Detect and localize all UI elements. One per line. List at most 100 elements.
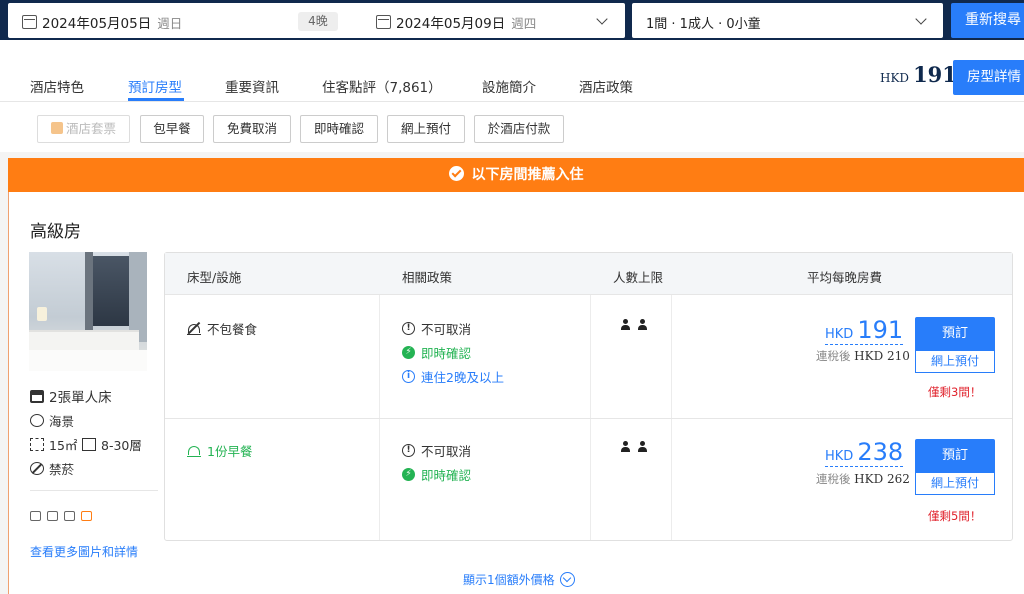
building-icon <box>82 438 96 451</box>
room-title: 高級房 <box>30 222 81 242</box>
tv-icon <box>30 511 41 521</box>
chevron-down-circle-icon <box>559 572 575 587</box>
prepay-label[interactable]: 網上預付 <box>915 350 995 373</box>
check-circle-icon <box>448 166 464 181</box>
meal-info: 不包餐食 <box>187 319 257 338</box>
floor-label: 8-30層 <box>101 438 142 453</box>
policy-instant-confirm: ⚡ 即時確認 <box>402 465 471 484</box>
date-range-picker[interactable]: 2024年05月05日 週日 4晚 2024年05月09日 週四 <box>8 3 625 38</box>
room-photo[interactable] <box>29 252 147 371</box>
price-currency: HKD <box>825 449 854 464</box>
room-details-button[interactable]: 房型詳情 <box>953 60 1024 95</box>
book-widget: 預訂 網上預付 <box>915 317 995 373</box>
no-smoking-icon <box>30 462 44 475</box>
tab-book-rooms[interactable]: 預訂房型 <box>128 76 182 96</box>
area-icon <box>30 438 44 451</box>
rooms-left-notice: 僅剩5間！ <box>928 509 982 523</box>
guest-selector[interactable]: 1間 · 1成人 · 0小童 <box>632 3 943 38</box>
active-tab-indicator <box>128 98 184 101</box>
search-bar: 2024年05月05日 週日 4晚 2024年05月09日 週四 1間 · 1成… <box>0 0 1024 40</box>
room-area: 15㎡ <box>30 435 77 454</box>
tab-hotel-features[interactable]: 酒店特色 <box>30 76 84 96</box>
view-label: 海景 <box>49 414 75 429</box>
person-icon <box>637 441 648 452</box>
room-price: HKD 191 <box>825 316 904 345</box>
header-price-currency: HKD <box>880 71 910 85</box>
chevron-down-icon[interactable] <box>915 13 927 25</box>
bed-type: 2張單人床 <box>30 386 112 406</box>
book-button[interactable]: 預訂 <box>915 439 995 472</box>
research-button[interactable]: 重新搜尋 <box>951 3 1024 38</box>
checkin-date: 2024年05月05日 <box>42 16 152 32</box>
lightning-icon: ⚡ <box>402 468 415 481</box>
recommend-banner: 以下房間推薦入住 <box>8 158 1024 192</box>
tax-price: HKD 262 <box>854 472 910 486</box>
more-photos-link[interactable]: 查看更多圖片和詳情 <box>30 543 138 560</box>
bath-icon <box>64 511 75 521</box>
header-avg-price: 平均每晚房費 <box>807 270 883 285</box>
room-view: 海景 <box>30 411 74 430</box>
hotel-tabs: 酒店特色 預訂房型 重要資訊 住客點評（7,861） 設施簡介 酒店政策 <box>0 40 1024 102</box>
exclamation-icon: ! <box>402 322 415 335</box>
header-bed-facilities: 床型/設施 <box>187 270 242 285</box>
checkout-date: 2024年05月09日 <box>396 16 506 32</box>
price-amount: 238 <box>857 438 904 466</box>
book-widget: 預訂 網上預付 <box>915 439 995 495</box>
max-guests <box>620 441 654 452</box>
info-icon: i <box>402 370 415 383</box>
filter-breakfast[interactable]: 包早餐 <box>140 115 204 143</box>
checkin-field[interactable]: 2024年05月05日 週日 <box>22 12 182 32</box>
person-icon <box>620 319 631 330</box>
view-icon <box>30 414 44 427</box>
tab-reviews[interactable]: 住客點評（7,861） <box>322 76 442 96</box>
lightning-icon: ⚡ <box>402 346 415 359</box>
no-meal-icon <box>187 323 201 335</box>
book-button[interactable]: 預訂 <box>915 317 995 350</box>
max-guests <box>620 319 654 330</box>
guest-summary: 1間 · 1成人 · 0小童 <box>646 17 761 32</box>
breakfast-icon <box>187 445 201 457</box>
policy-no-cancel: ! 不可取消 <box>402 319 471 338</box>
checkout-field[interactable]: 2024年05月09日 週四 <box>376 12 536 32</box>
calendar-icon <box>376 15 391 29</box>
rooms-left-notice: 僅剩3間！ <box>928 385 982 399</box>
filter-free-cancel[interactable]: 免費取消 <box>213 115 291 143</box>
filter-pay-at-hotel[interactable]: 於酒店付款 <box>474 115 564 143</box>
policy-label: 即時確認 <box>421 346 472 361</box>
price-currency: HKD <box>825 327 854 342</box>
price-with-tax: 連稅後 HKD 210 <box>816 348 910 364</box>
checkin-weekday: 週日 <box>157 15 183 31</box>
exclamation-icon: ! <box>402 444 415 457</box>
tab-facilities[interactable]: 設施簡介 <box>482 76 536 96</box>
package-icon <box>50 122 63 134</box>
divider <box>30 490 158 491</box>
room-price: HKD 238 <box>825 438 904 467</box>
tab-hotel-policy[interactable]: 酒店政策 <box>579 76 633 96</box>
header-price-amount: 191 <box>913 62 957 87</box>
calendar-icon <box>22 15 37 29</box>
policy-min-stay[interactable]: i 連住2晚及以上 <box>402 367 504 386</box>
person-icon <box>637 319 648 330</box>
policy-label: 不可取消 <box>421 322 472 337</box>
show-more-prices[interactable]: 顯示1個額外價格 <box>463 571 575 588</box>
header-max-guests: 人數上限 <box>613 270 664 285</box>
policy-instant-confirm: ⚡ 即時確認 <box>402 343 471 362</box>
area-label: 15㎡ <box>49 438 78 453</box>
meal-label: 不包餐食 <box>207 322 258 337</box>
header-price: HKD 191 <box>880 62 957 87</box>
meal-info: 1份早餐 <box>187 441 252 460</box>
filter-prepay[interactable]: 網上預付 <box>387 115 465 143</box>
filter-instant-confirm[interactable]: 即時確認 <box>300 115 378 143</box>
room-floor: 8-30層 <box>82 435 142 454</box>
tab-important-info[interactable]: 重要資訊 <box>225 76 279 96</box>
price-amount: 191 <box>857 316 904 344</box>
chevron-down-icon[interactable] <box>596 13 608 25</box>
policy-label: 不可取消 <box>421 444 472 459</box>
bed-type-label: 2張單人床 <box>49 390 112 406</box>
prepay-label[interactable]: 網上預付 <box>915 472 995 495</box>
filter-hotel-package[interactable]: 酒店套票 <box>37 115 130 143</box>
tax-price: HKD 210 <box>854 349 910 363</box>
meal-label: 1份早餐 <box>207 444 253 459</box>
tax-label: 連稅後 <box>816 472 851 486</box>
smoking-label: 禁菸 <box>49 462 75 477</box>
